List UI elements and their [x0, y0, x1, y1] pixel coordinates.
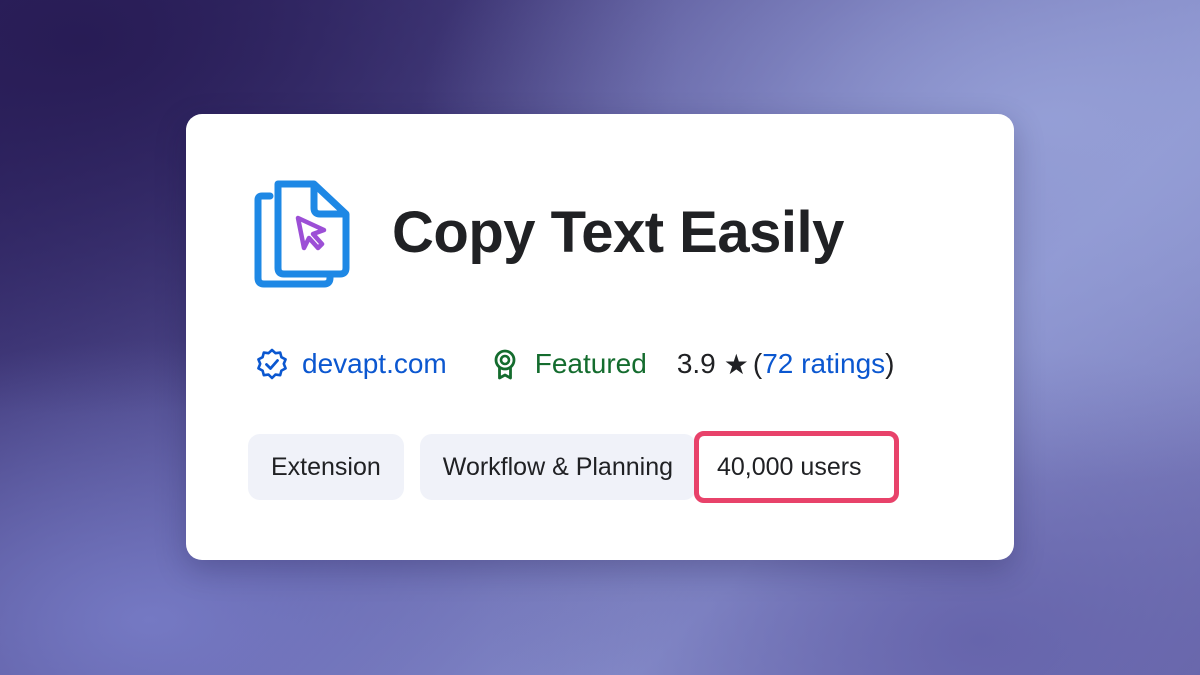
- chip-users-highlighted: 40,000 users: [694, 431, 899, 503]
- extension-meta-row: devapt.com Featured 3.9 ★ (72 ratings): [256, 342, 895, 386]
- featured-label: Featured: [534, 348, 647, 379]
- rating-summary: 3.9 ★ (72 ratings): [677, 348, 895, 381]
- publisher-link[interactable]: devapt.com: [256, 348, 447, 380]
- rating-open-paren: (: [752, 348, 763, 379]
- star-icon: ★: [723, 348, 749, 380]
- rating-close-paren: ): [885, 348, 895, 379]
- award-ribbon-icon: [489, 348, 521, 380]
- extension-title: Copy Text Easily: [392, 200, 844, 265]
- ratings-count-link[interactable]: 72 ratings: [762, 348, 885, 380]
- extension-card: Copy Text Easily devapt.com Featured 3.9…: [186, 114, 1014, 560]
- chip-type[interactable]: Extension: [248, 434, 404, 500]
- extension-chips: Extension Workflow & Planning 40,000 use…: [248, 431, 899, 503]
- featured-badge[interactable]: Featured: [489, 348, 647, 380]
- verified-badge-icon: [256, 348, 288, 380]
- publisher-domain: devapt.com: [302, 348, 447, 379]
- copy-document-cursor-icon: [252, 174, 360, 290]
- rating-value: 3.9: [676, 348, 716, 379]
- chip-category[interactable]: Workflow & Planning: [419, 434, 696, 500]
